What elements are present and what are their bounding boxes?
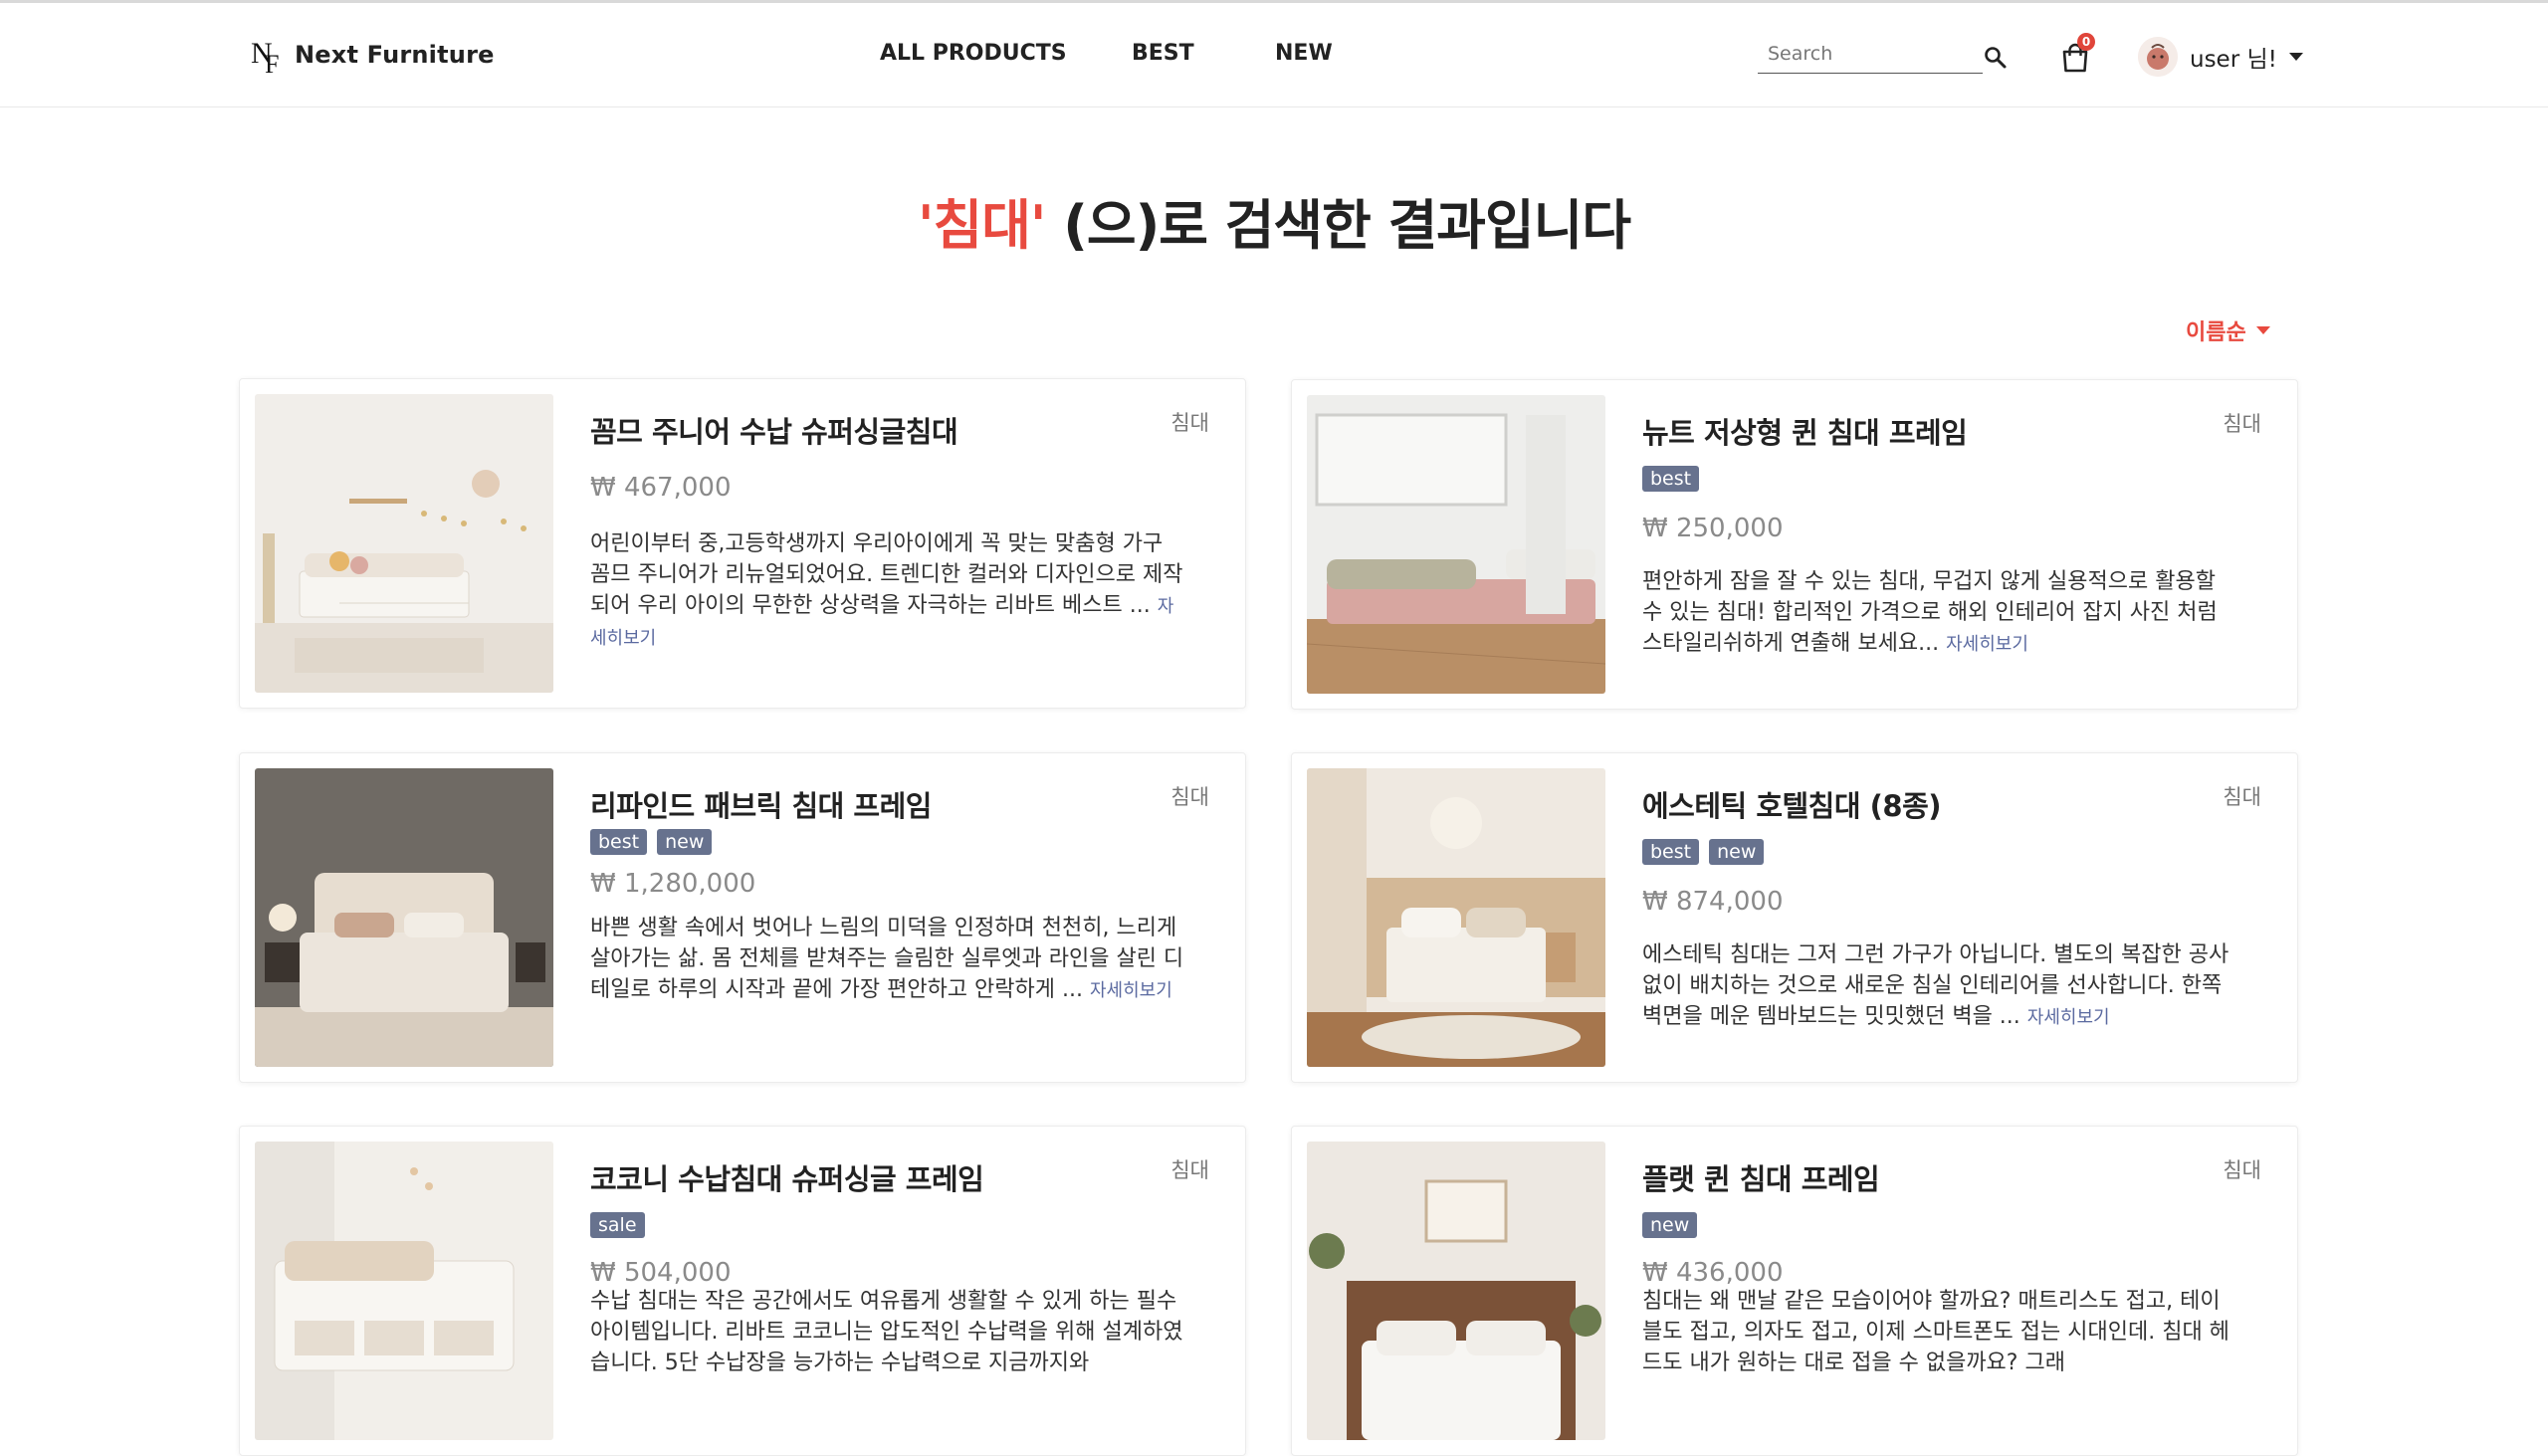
product-price: ₩ 1,280,000: [590, 869, 756, 899]
tag-badge: sale: [590, 1212, 645, 1238]
product-image: [255, 394, 553, 693]
tag-badge: new: [1642, 1212, 1698, 1238]
product-image: [1307, 768, 1605, 1067]
product-tags: sale: [590, 1212, 645, 1238]
product-description-text: 편안하게 잠을 잘 수 있는 침대, 무겁지 않게 실용적으로 활용할 수 있는…: [1642, 569, 2218, 656]
product-price: ₩ 250,000: [1642, 514, 1784, 543]
search-input[interactable]: [1758, 39, 1977, 69]
product-card[interactable]: 꼼므 주니어 수납 슈퍼싱글침대 침대 ₩ 467,000 어린이부터 중,고등…: [239, 378, 1246, 709]
product-card[interactable]: 코코니 수납침대 슈퍼싱글 프레임 침대 sale ₩ 504,000 수납 침…: [239, 1126, 1246, 1456]
product-category: 침대: [1170, 1158, 1209, 1182]
product-card[interactable]: 플랫 퀸 침대 프레임 침대 new ₩ 436,000 침대는 왜 맨날 같은…: [1291, 1126, 2298, 1456]
chevron-down-icon: [2288, 53, 2303, 61]
product-description-text: 어린이부터 중,고등학생까지 우리아이에게 꼭 맞는 맞춤형 가구 꼼므 주니어…: [590, 531, 1183, 618]
nav-all-products[interactable]: ALL PRODUCTS: [880, 41, 1067, 66]
site-header: N F Next Furniture ALL PRODUCTS BEST NEW…: [0, 3, 2548, 107]
product-name: 뉴트 저상형 퀸 침대 프레임: [1642, 416, 1968, 450]
product-name: 에스테틱 호텔침대 (8종): [1642, 789, 1942, 823]
product-description-text: 침대는 왜 맨날 같은 모습이어야 할까요? 매트리스도 접고, 테이블도 접고…: [1642, 1289, 2230, 1375]
product-description: 어린이부터 중,고등학생까지 우리아이에게 꼭 맞는 맞춤형 가구 꼼므 주니어…: [590, 528, 1187, 654]
nav-new[interactable]: NEW: [1275, 41, 1333, 66]
product-category: 침대: [2223, 412, 2261, 436]
tag-badge: best: [1642, 466, 1700, 492]
product-description: 바쁜 생활 속에서 벗어나 느림의 미덕을 인정하며 천천히, 느리게 살아가는…: [590, 913, 1187, 1006]
search-keyword: '침대': [918, 194, 1046, 257]
product-category: 침대: [2223, 785, 2261, 809]
nav-best[interactable]: BEST: [1132, 41, 1194, 66]
chevron-down-icon: [2255, 326, 2270, 334]
avatar-image: [2138, 37, 2178, 77]
product-name: 코코니 수납침대 슈퍼싱글 프레임: [590, 1162, 984, 1196]
more-link[interactable]: 자세히보기: [1946, 634, 2028, 655]
product-image: [255, 768, 553, 1067]
product-image: [255, 1142, 553, 1440]
product-category: 침대: [2223, 1158, 2261, 1182]
sort-dropdown[interactable]: 이름순: [2186, 314, 2270, 346]
product-card[interactable]: 에스테틱 호텔침대 (8종) 침대 best new ₩ 874,000 에스테…: [1291, 752, 2298, 1083]
product-category: 침대: [1170, 411, 1209, 435]
product-tags: best: [1642, 466, 1700, 492]
product-image: [1307, 395, 1605, 694]
product-tags: new: [1642, 1212, 1698, 1238]
product-description: 침대는 왜 맨날 같은 모습이어야 할까요? 매트리스도 접고, 테이블도 접고…: [1642, 1286, 2239, 1378]
tag-badge: new: [657, 829, 713, 855]
product-description: 편안하게 잠을 잘 수 있는 침대, 무겁지 않게 실용적으로 활용할 수 있는…: [1642, 566, 2239, 660]
product-name: 꼼므 주니어 수납 슈퍼싱글침대: [590, 415, 958, 449]
user-name: user 님!: [2190, 47, 2277, 73]
avatar: [2138, 37, 2178, 77]
product-card[interactable]: 뉴트 저상형 퀸 침대 프레임 침대 best ₩ 250,000 편안하게 잠…: [1291, 379, 2298, 710]
product-name: 리파인드 패브릭 침대 프레임: [590, 789, 932, 823]
tag-badge: best: [1642, 839, 1700, 865]
tag-badge: new: [1709, 839, 1765, 865]
sort-label: 이름순: [2186, 320, 2246, 345]
more-link[interactable]: 자세히보기: [2027, 1007, 2110, 1028]
product-description-text: 수납 침대는 작은 공간에서도 여유롭게 생활할 수 있게 하는 필수 아이템입…: [590, 1289, 1183, 1375]
product-tags: best new: [590, 829, 713, 855]
product-image: [1307, 1142, 1605, 1440]
product-name: 플랫 퀸 침대 프레임: [1642, 1162, 1880, 1196]
page-title-text: (으)로 검색한 결과입니다: [1045, 194, 1631, 257]
product-description: 수납 침대는 작은 공간에서도 여유롭게 생활할 수 있게 하는 필수 아이템입…: [590, 1286, 1187, 1378]
cart-count-badge: 0: [2077, 33, 2095, 51]
more-link[interactable]: 자세히보기: [1090, 980, 1172, 1001]
tag-badge: best: [590, 829, 648, 855]
product-category: 침대: [1170, 785, 1209, 809]
product-description: 에스테틱 침대는 그저 그런 가구가 아닙니다. 별도의 복잡한 공사 없이 배…: [1642, 939, 2239, 1033]
product-card[interactable]: 리파인드 패브릭 침대 프레임 침대 best new ₩ 1,280,000 …: [239, 752, 1246, 1083]
user-menu[interactable]: user 님!: [2138, 37, 2303, 77]
page-title: '침대' (으)로 검색한 결과입니다: [0, 181, 2548, 260]
product-price: ₩ 504,000: [590, 1258, 732, 1288]
product-price: ₩ 874,000: [1642, 887, 1784, 917]
product-price: ₩ 467,000: [590, 473, 732, 503]
search-box: [1758, 39, 1983, 74]
product-tags: best new: [1642, 839, 1765, 865]
product-price: ₩ 436,000: [1642, 1258, 1784, 1288]
product-description-text: 에스테틱 침대는 그저 그런 가구가 아닙니다. 별도의 복잡한 공사 없이 배…: [1642, 942, 2230, 1029]
search-icon[interactable]: [1983, 45, 2009, 71]
